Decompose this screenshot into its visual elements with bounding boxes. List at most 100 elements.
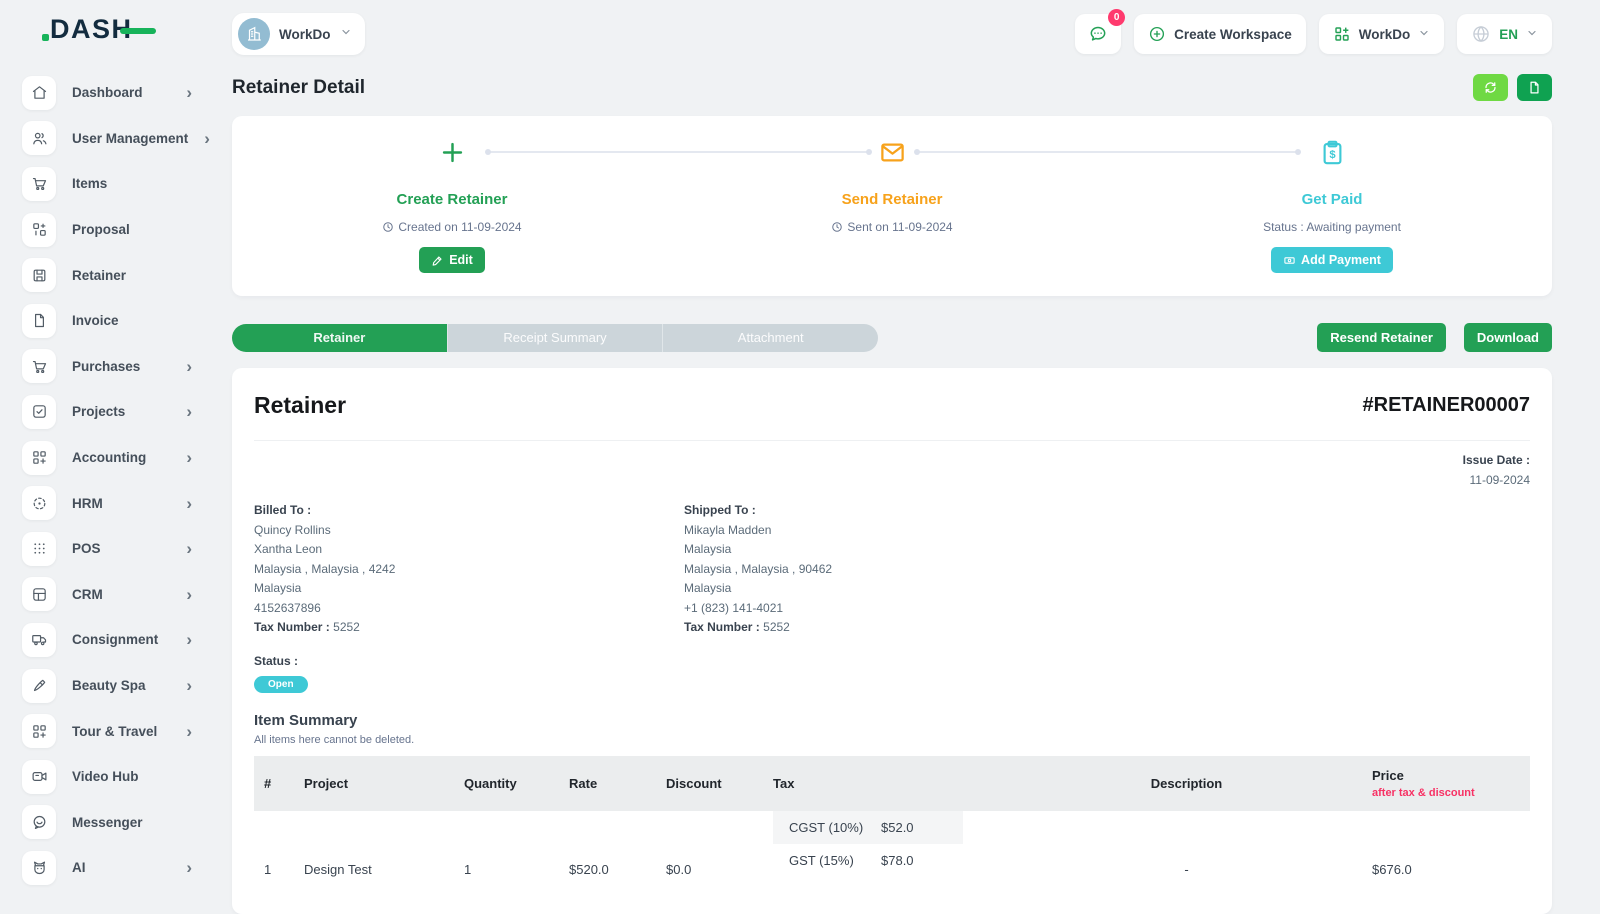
workspace-avatar — [238, 18, 270, 50]
globe-icon — [1471, 24, 1491, 44]
table-row: 1 Design Test 1 $520.0 $0.0 CGST (10%) $… — [254, 811, 1530, 890]
col-rate: Rate — [559, 756, 656, 811]
billed-to-line: Xantha Leon — [254, 542, 684, 556]
sidebar-item-label: Proposal — [72, 222, 170, 237]
edit-button[interactable]: Edit — [419, 247, 485, 273]
item-summary-table: # Project Quantity Rate Discount Tax Des… — [254, 756, 1530, 890]
tour-travel-icon — [22, 714, 56, 748]
billed-to-block: Billed To : Quincy Rollins Xantha Leon M… — [254, 503, 684, 640]
sidebar-item-invoice[interactable]: Invoice › — [22, 298, 220, 344]
sidebar-item-items[interactable]: Items › — [22, 161, 220, 207]
sidebar-item-beauty-spa[interactable]: Beauty Spa › — [22, 663, 220, 709]
sidebar-item-projects[interactable]: Projects › — [22, 389, 220, 435]
sidebar-item-label: AI — [72, 860, 170, 875]
chat-icon — [1088, 24, 1108, 44]
step-meta: Status : Awaiting payment — [1263, 220, 1401, 234]
document-head: Retainer #RETAINER00007 — [254, 392, 1530, 419]
dash-logo[interactable]: DASH — [0, 0, 220, 58]
sidebar-item-label: CRM — [72, 587, 170, 602]
table-header-row: # Project Quantity Rate Discount Tax Des… — [254, 756, 1530, 811]
hrm-icon — [22, 486, 56, 520]
shipped-to-label: Shipped To : — [684, 503, 1114, 517]
sidebar-item-accounting[interactable]: Accounting › — [22, 435, 220, 481]
status-badge: Open — [254, 676, 308, 693]
tab-retainer[interactable]: Retainer — [232, 324, 447, 352]
sidebar-item-crm[interactable]: CRM › — [22, 572, 220, 618]
cell-index: 1 — [254, 811, 294, 890]
sidebar-item-label: Purchases — [72, 359, 170, 374]
shipped-to-line: Malaysia — [684, 581, 1114, 595]
retainer-document: Retainer #RETAINER00007 Issue Date : 11-… — [232, 368, 1552, 914]
file-icon — [1527, 80, 1542, 95]
workspace-selector[interactable]: WorkDo — [232, 13, 365, 55]
sidebar-item-retainer[interactable]: Retainer › — [22, 252, 220, 298]
sidebar-item-label: Dashboard — [72, 85, 170, 100]
workflow-connector — [487, 151, 870, 153]
sidebar-item-ai[interactable]: AI › — [22, 845, 220, 891]
shipped-to-block: Shipped To : Mikayla Madden Malaysia Mal… — [684, 503, 1114, 640]
tab-attachment[interactable]: Attachment — [662, 324, 878, 352]
workspace-menu-button[interactable]: WorkDo — [1319, 14, 1445, 54]
messages-badge: 0 — [1108, 9, 1125, 26]
sidebar-item-user-management[interactable]: User Management › — [22, 116, 220, 162]
clock-icon — [382, 221, 394, 233]
create-workspace-button[interactable]: Create Workspace — [1134, 14, 1306, 54]
cell-description: - — [1011, 811, 1362, 890]
add-payment-button[interactable]: Add Payment — [1271, 247, 1393, 273]
export-pdf-button[interactable] — [1517, 74, 1552, 101]
tax-line: CGST (10%) $52.0 — [773, 811, 963, 844]
plus-icon — [439, 137, 466, 167]
chevron-right-icon: › — [186, 723, 192, 740]
col-project: Project — [294, 756, 454, 811]
col-tax: Tax — [763, 756, 1011, 811]
sidebar-item-pos[interactable]: POS › — [22, 526, 220, 572]
chevron-down-icon — [1418, 27, 1430, 42]
refresh-button[interactable] — [1473, 74, 1508, 101]
shipped-to-line: Mikayla Madden — [684, 523, 1114, 537]
sidebar-item-label: Retainer — [72, 268, 170, 283]
workflow-connector — [916, 151, 1299, 153]
resend-retainer-button[interactable]: Resend Retainer — [1317, 323, 1446, 352]
sidebar-item-video-hub[interactable]: Video Hub › — [22, 754, 220, 800]
chevron-right-icon: › — [186, 859, 192, 876]
cell-quantity: 1 — [454, 811, 559, 890]
chevron-down-icon — [340, 25, 352, 43]
shipped-to-tax: Tax Number : 5252 — [684, 620, 1114, 634]
sidebar-item-label: Messenger — [72, 815, 170, 830]
col-price: Price after tax & discount — [1362, 756, 1530, 811]
building-icon — [245, 25, 263, 43]
sidebar-item-tour-travel[interactable]: Tour & Travel › — [22, 708, 220, 754]
sidebar-item-hrm[interactable]: HRM › — [22, 480, 220, 526]
workspace-menu-label: WorkDo — [1359, 27, 1411, 42]
chevron-down-icon — [1526, 27, 1538, 42]
consignment-icon — [22, 623, 56, 657]
sidebar-item-proposal[interactable]: Proposal › — [22, 207, 220, 253]
language-selector[interactable]: EN — [1457, 14, 1552, 54]
sidebar-item-messenger[interactable]: Messenger › — [22, 800, 220, 846]
col-discount: Discount — [656, 756, 763, 811]
billed-to-line: Quincy Rollins — [254, 523, 684, 537]
download-button[interactable]: Download — [1464, 323, 1552, 352]
shipped-to-line: Malaysia , Malaysia , 90462 — [684, 562, 1114, 576]
retainer-icon — [22, 258, 56, 292]
issue-date-value: 11-09-2024 — [254, 473, 1530, 487]
billed-to-line: Malaysia — [254, 581, 684, 595]
pos-icon — [22, 532, 56, 566]
users-icon — [22, 121, 56, 155]
sidebar-item-label: POS — [72, 541, 170, 556]
step-meta: Sent on 11-09-2024 — [831, 220, 952, 234]
sidebar-item-consignment[interactable]: Consignment › — [22, 617, 220, 663]
item-summary-note: All items here cannot be deleted. — [254, 734, 1530, 746]
cell-tax: CGST (10%) $52.0 GST (15%) $78.0 — [763, 811, 1011, 890]
sidebar-item-purchases[interactable]: Purchases › — [22, 344, 220, 390]
logo-accent-dot — [42, 34, 49, 41]
billed-to-label: Billed To : — [254, 503, 684, 517]
tab-receipt-summary[interactable]: Receipt Summary — [447, 324, 663, 352]
messages-button[interactable]: 0 — [1075, 14, 1121, 54]
chevron-right-icon: › — [186, 403, 192, 420]
topbar-actions: 0 Create Workspace WorkDo — [1075, 14, 1552, 54]
sidebar-item-label: Consignment — [72, 632, 170, 647]
purchases-cart-icon — [22, 349, 56, 383]
sidebar-item-dashboard[interactable]: Dashboard › — [22, 70, 220, 116]
invoice-icon — [22, 304, 56, 338]
